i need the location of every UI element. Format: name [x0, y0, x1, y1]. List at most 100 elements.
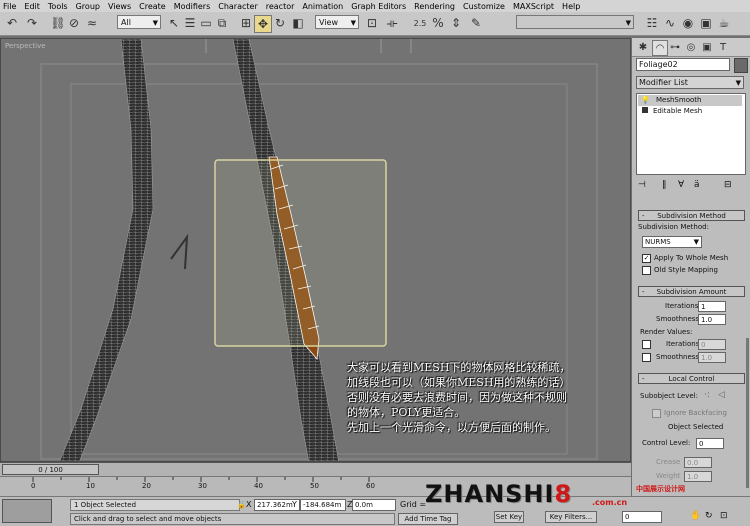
add-time-tag-button[interactable]: Add Time Tag — [398, 513, 458, 525]
z-coord-field[interactable]: 0.0m — [352, 499, 396, 511]
menu-customize[interactable]: Customize — [459, 2, 509, 11]
undo-icon[interactable]: ↶ — [4, 15, 20, 31]
left-branch-twig — [170, 233, 189, 270]
time-slider[interactable]: 0 / 100 — [2, 464, 99, 475]
selection-filter-dropdown[interactable]: All ▼ — [117, 15, 161, 29]
crease-spinner[interactable]: 0.0 — [684, 457, 712, 468]
redo-icon[interactable]: ↷ — [24, 15, 40, 31]
subdivision-method-rollout[interactable]: - Subdivision Method — [638, 210, 745, 221]
select-and-move-icon[interactable]: ✥ — [254, 15, 272, 33]
menu-animation[interactable]: Animation — [298, 2, 347, 11]
render-smoothness-checkbox[interactable] — [642, 353, 651, 362]
menu-file[interactable]: File — [0, 2, 20, 11]
edit-named-selection-icon[interactable]: ✎ — [468, 15, 484, 31]
stack-item-editable-mesh[interactable]: Editable Mesh — [638, 106, 742, 117]
menu-create[interactable]: Create — [135, 2, 170, 11]
pin-stack-icon[interactable]: ⊣ — [638, 180, 646, 190]
remove-modifier-icon[interactable]: ä — [694, 180, 700, 190]
edge-subobject-icon[interactable]: ◁ — [718, 390, 725, 400]
layer-manager-icon[interactable]: ☷ — [644, 15, 660, 31]
watermark-url: .com.cn — [592, 498, 628, 507]
old-style-mapping-checkbox[interactable] — [642, 266, 651, 275]
select-link-icon[interactable]: ⛓ — [50, 15, 66, 31]
menu-graph-editors[interactable]: Graph Editors — [347, 2, 410, 11]
iterations-spinner[interactable]: 1 — [698, 301, 726, 312]
menu-views[interactable]: Views — [104, 2, 135, 11]
window-crossing-icon[interactable]: ⧉ — [214, 15, 230, 31]
lock-selection-icon[interactable]: 🔒 — [237, 501, 246, 509]
utilities-tab-icon[interactable]: T — [716, 40, 730, 54]
pan-view-icon[interactable]: ✋ — [690, 511, 701, 521]
render-setup-icon[interactable]: ▣ — [698, 15, 714, 31]
render-iterations-checkbox[interactable] — [642, 340, 651, 349]
control-level-spinner[interactable]: 0 — [696, 438, 724, 449]
angle-snap-icon[interactable]: 2.5 — [412, 15, 428, 31]
subdivision-method-dropdown[interactable]: NURMS ▼ — [642, 236, 702, 248]
select-and-rotate-icon[interactable]: ↻ — [272, 15, 288, 31]
weight-spinner[interactable]: 1.0 — [684, 471, 712, 482]
local-control-rollout[interactable]: - Local Control — [638, 373, 745, 384]
rectangular-selection-icon[interactable]: ▭ — [198, 15, 214, 31]
status-bar: 1 Object Selected Click and drag to sele… — [0, 496, 750, 526]
unlink-icon[interactable]: ⊘ — [66, 15, 82, 31]
bind-space-warp-icon[interactable]: ≈ — [84, 15, 100, 31]
spinner-snap-icon[interactable]: ⇕ — [448, 15, 464, 31]
render-smoothness-spinner[interactable]: 1.0 — [698, 352, 726, 363]
select-and-link-icon[interactable]: ⊞ — [238, 15, 254, 31]
display-tab-icon[interactable]: ▣ — [700, 40, 714, 54]
watermark-subtitle: 中国展示设计网 — [636, 485, 685, 493]
lightbulb-icon[interactable]: 💡 — [641, 95, 650, 106]
menu-modifiers[interactable]: Modifiers — [170, 2, 215, 11]
create-tab-icon[interactable]: ✱ — [636, 40, 650, 54]
menu-reactor[interactable]: reactor — [262, 2, 299, 11]
maxscript-listener-button[interactable] — [2, 499, 52, 523]
object-color-swatch[interactable] — [734, 58, 748, 73]
pivot-icon[interactable]: ⊡ — [364, 15, 380, 31]
menu-group[interactable]: Group — [72, 2, 104, 11]
vertex-subobject-icon[interactable]: ·: — [704, 390, 710, 400]
time-bar: 0 / 100 — [0, 462, 631, 477]
make-unique-icon[interactable]: ∀ — [678, 180, 684, 190]
modify-tab-icon[interactable]: ◠ — [652, 40, 668, 56]
render-iterations-spinner[interactable]: 0 — [698, 339, 726, 350]
menu-maxscript[interactable]: MAXScript — [509, 2, 558, 11]
reference-coordinate-dropdown[interactable]: View ▼ — [315, 15, 359, 29]
configure-sets-icon[interactable]: ⊟ — [724, 180, 732, 190]
key-filters-button[interactable]: Key Filters... — [545, 511, 597, 523]
y-coord-label: Y — [292, 500, 297, 509]
hierarchy-tab-icon[interactable]: ⊶ — [668, 40, 682, 54]
named-selection-sets-dropdown[interactable]: ▼ — [516, 15, 634, 29]
panel-scrollbar[interactable] — [746, 338, 749, 488]
maximize-viewport-icon[interactable]: ⊡ — [720, 511, 728, 521]
select-object-icon[interactable]: ↖ — [166, 15, 182, 31]
menu-help[interactable]: Help — [558, 2, 584, 11]
curve-editor-icon[interactable]: ∿ — [662, 15, 678, 31]
menu-tools[interactable]: Tools — [44, 2, 72, 11]
motion-tab-icon[interactable]: ◎ — [684, 40, 698, 54]
current-frame-field[interactable]: 0 — [622, 511, 662, 523]
stack-item-meshsmooth[interactable]: 💡 MeshSmooth — [638, 95, 742, 106]
mirror-icon[interactable]: ⟛ — [384, 15, 400, 31]
percent-snap-icon[interactable]: % — [430, 15, 446, 31]
subobject-level-label: Subobject Level: — [640, 392, 698, 400]
modifier-list-dropdown[interactable]: Modifier List ▼ — [636, 76, 744, 89]
menu-character[interactable]: Character — [214, 2, 262, 11]
select-and-scale-icon[interactable]: ◧ — [290, 15, 306, 31]
select-by-name-icon[interactable]: ☰ — [182, 15, 198, 31]
object-name-field[interactable]: Foliage02 — [636, 58, 730, 71]
old-style-mapping-label: Old Style Mapping — [654, 266, 718, 274]
y-coord-field[interactable]: -184.684m — [300, 499, 346, 511]
show-end-result-icon[interactable]: ‖ — [662, 180, 667, 190]
caption-line: 否则没有必要去浪费时间，因为做这种不规则 — [347, 391, 567, 404]
ignore-backfacing-checkbox[interactable] — [652, 409, 661, 418]
menu-edit[interactable]: Edit — [20, 2, 44, 11]
apply-whole-mesh-checkbox[interactable]: ✓ — [642, 254, 651, 263]
material-editor-icon[interactable]: ◉ — [680, 15, 696, 31]
subdivision-amount-rollout[interactable]: - Subdivision Amount — [638, 286, 745, 297]
orbit-view-icon[interactable]: ↻ — [705, 511, 713, 521]
menu-rendering[interactable]: Rendering — [410, 2, 459, 11]
set-key-button[interactable]: Set Key — [494, 511, 524, 523]
quick-render-icon[interactable]: ☕ — [716, 15, 732, 31]
subdivision-method-label: Subdivision Method: — [638, 223, 709, 231]
smoothness-spinner[interactable]: 1.0 — [698, 314, 726, 325]
